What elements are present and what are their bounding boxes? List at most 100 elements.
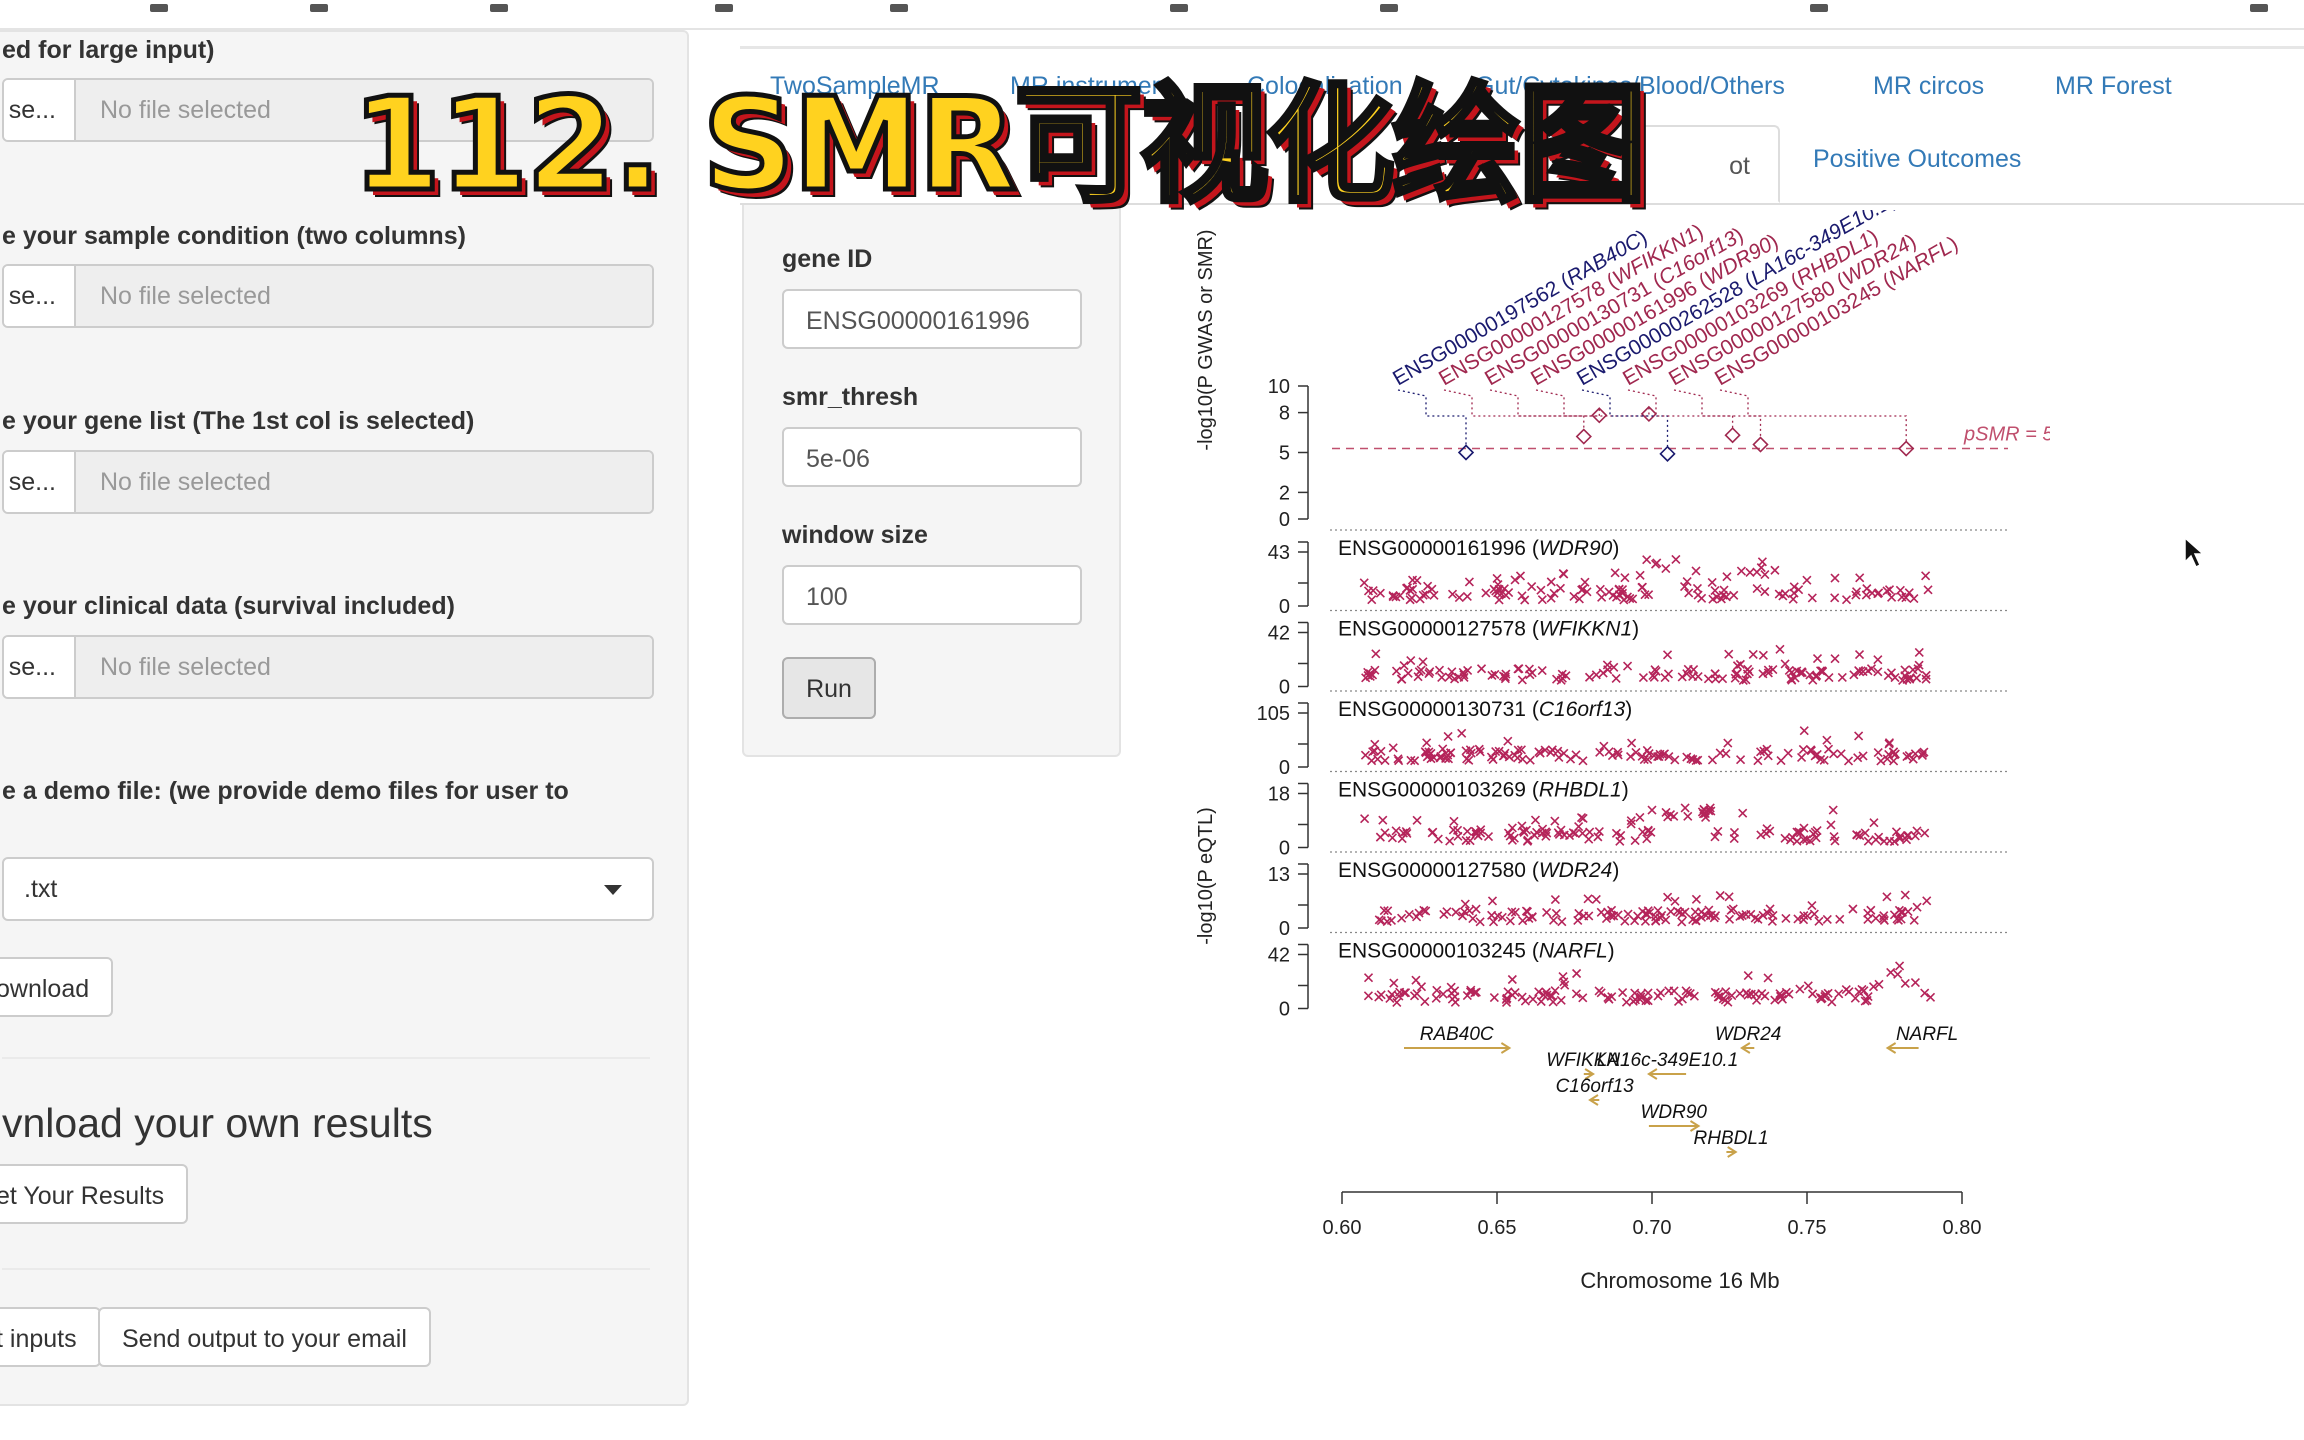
eqtl-point	[1468, 914, 1478, 924]
eqtl-point	[1909, 915, 1919, 925]
eqtl-point	[1487, 910, 1497, 920]
probe-connector	[1627, 389, 1734, 430]
eqtl-panel-title: ENSG00000103245 (NARFL)	[1338, 940, 1615, 963]
eqtl-point	[1420, 997, 1430, 1007]
sidebar-panel: ed for large input) se... No file select…	[0, 30, 689, 1406]
toolbar-icon[interactable]	[150, 4, 168, 12]
eqtl-point	[1895, 961, 1905, 971]
file-input[interactable]: se... No file selected	[2, 450, 654, 514]
file-input[interactable]: se... No file selected	[2, 264, 654, 328]
eqtl-point	[1922, 896, 1932, 906]
eqtl-point	[1642, 555, 1652, 565]
tab-mr-forest[interactable]: MR Forest	[2055, 72, 2172, 101]
eqtl-point	[1837, 672, 1847, 683]
eqtl-point	[1557, 917, 1567, 927]
eqtl-point	[1722, 572, 1732, 582]
y-tick-label: 18	[1268, 784, 1290, 806]
eqtl-point	[1855, 573, 1865, 583]
toolbar-icon[interactable]	[1170, 4, 1188, 12]
browse-button[interactable]: se...	[4, 637, 76, 697]
window-size-input[interactable]: 100	[782, 565, 1082, 625]
eqtl-point	[1527, 581, 1537, 592]
eqtl-point	[1677, 994, 1687, 1004]
file-name-field: No file selected	[76, 452, 652, 512]
toolbar-icon[interactable]	[1380, 4, 1398, 12]
eqtl-point	[1412, 815, 1422, 825]
eqtl-point	[1565, 754, 1576, 764]
toolbar-icon[interactable]	[310, 4, 328, 12]
eqtl-point	[1691, 566, 1701, 576]
eqtl-point	[1462, 591, 1472, 602]
eqtl-point	[1457, 728, 1467, 738]
get-results-button[interactable]: et Your Results	[0, 1164, 189, 1224]
eqtl-point	[1524, 664, 1534, 674]
eqtl-point	[1664, 986, 1674, 996]
gene-id-input[interactable]: ENSG00000161996	[782, 289, 1082, 349]
eqtl-point	[1530, 815, 1541, 825]
eqtl-point	[1743, 971, 1753, 981]
eqtl-point	[1799, 726, 1809, 736]
eqtl-point	[1683, 811, 1693, 821]
eqtl-point	[1443, 731, 1453, 741]
send-email-button[interactable]: Send output to your email	[98, 1307, 431, 1367]
eqtl-point	[1909, 593, 1919, 604]
eqtl-point	[1697, 593, 1707, 603]
eqtl-point	[1620, 573, 1630, 583]
eqtl-point	[1537, 595, 1547, 605]
eqtl-point	[1433, 834, 1443, 844]
eqtl-point	[1768, 665, 1778, 675]
probe-diamond	[1575, 428, 1592, 445]
divider	[740, 46, 2304, 49]
toolbar-icon[interactable]	[890, 4, 908, 12]
run-button[interactable]: Run	[782, 657, 876, 719]
smr-thresh-input[interactable]: 5e-06	[782, 427, 1082, 487]
toolbar-icon[interactable]	[2250, 4, 2268, 12]
eqtl-point	[1710, 669, 1720, 679]
download-button[interactable]: ownload	[0, 957, 114, 1017]
eqtl-point	[1890, 672, 1900, 683]
eqtl-point	[1689, 665, 1699, 675]
eqtl-point	[1517, 675, 1527, 685]
eqtl-point	[1854, 649, 1865, 660]
eqtl-point	[1518, 916, 1528, 926]
tab-smr-plot[interactable]: ot	[1640, 125, 1780, 203]
tab-positive-outcomes[interactable]: Positive Outcomes	[1813, 145, 2021, 174]
file-input[interactable]: se... No file selected	[2, 635, 654, 699]
eqtl-point	[1912, 902, 1922, 912]
toolbar-icon[interactable]	[490, 4, 508, 12]
eqtl-point	[1752, 584, 1762, 594]
demo-file-select[interactable]: .txt	[2, 857, 654, 921]
eqtl-point	[1895, 585, 1905, 595]
toolbar-icon[interactable]	[1810, 4, 1828, 12]
results-heading: vnload your own results	[2, 1100, 433, 1146]
tab-mr-circos[interactable]: MR circos	[1873, 72, 1984, 101]
eqtl-point	[1794, 585, 1804, 595]
eqtl-point	[1528, 994, 1538, 1004]
eqtl-point	[1604, 587, 1614, 597]
eqtl-point	[1647, 805, 1657, 815]
demo-file-value: .txt	[24, 875, 58, 903]
eqtl-point	[1736, 755, 1746, 765]
eqtl-point	[1635, 570, 1645, 580]
eqtl-point	[1824, 673, 1834, 683]
browse-button[interactable]: se...	[4, 266, 76, 326]
eqtl-point	[1828, 805, 1838, 815]
eqtl-point	[1445, 836, 1455, 846]
y-tick-label: 0	[1279, 677, 1290, 699]
eqtl-point	[1677, 917, 1687, 927]
eqtl-point	[1671, 554, 1681, 564]
eqtl-point	[1848, 904, 1858, 914]
eqtl-point	[1404, 909, 1414, 920]
eqtl-point	[1525, 755, 1535, 765]
reset-inputs-button[interactable]: t inputs	[0, 1307, 101, 1367]
y-tick-label: 0	[1279, 999, 1290, 1021]
y-axis-label-eqtl: -log10(P eQTL)	[1195, 807, 1217, 944]
eqtl-point	[1510, 575, 1520, 585]
browse-button[interactable]: se...	[4, 452, 76, 512]
file-name-field: No file selected	[76, 266, 652, 326]
eqtl-point	[1415, 594, 1425, 604]
eqtl-point	[1630, 835, 1640, 846]
eqtl-point	[1522, 836, 1532, 846]
toolbar-icon[interactable]	[715, 4, 733, 12]
browse-button[interactable]: se...	[4, 80, 76, 140]
